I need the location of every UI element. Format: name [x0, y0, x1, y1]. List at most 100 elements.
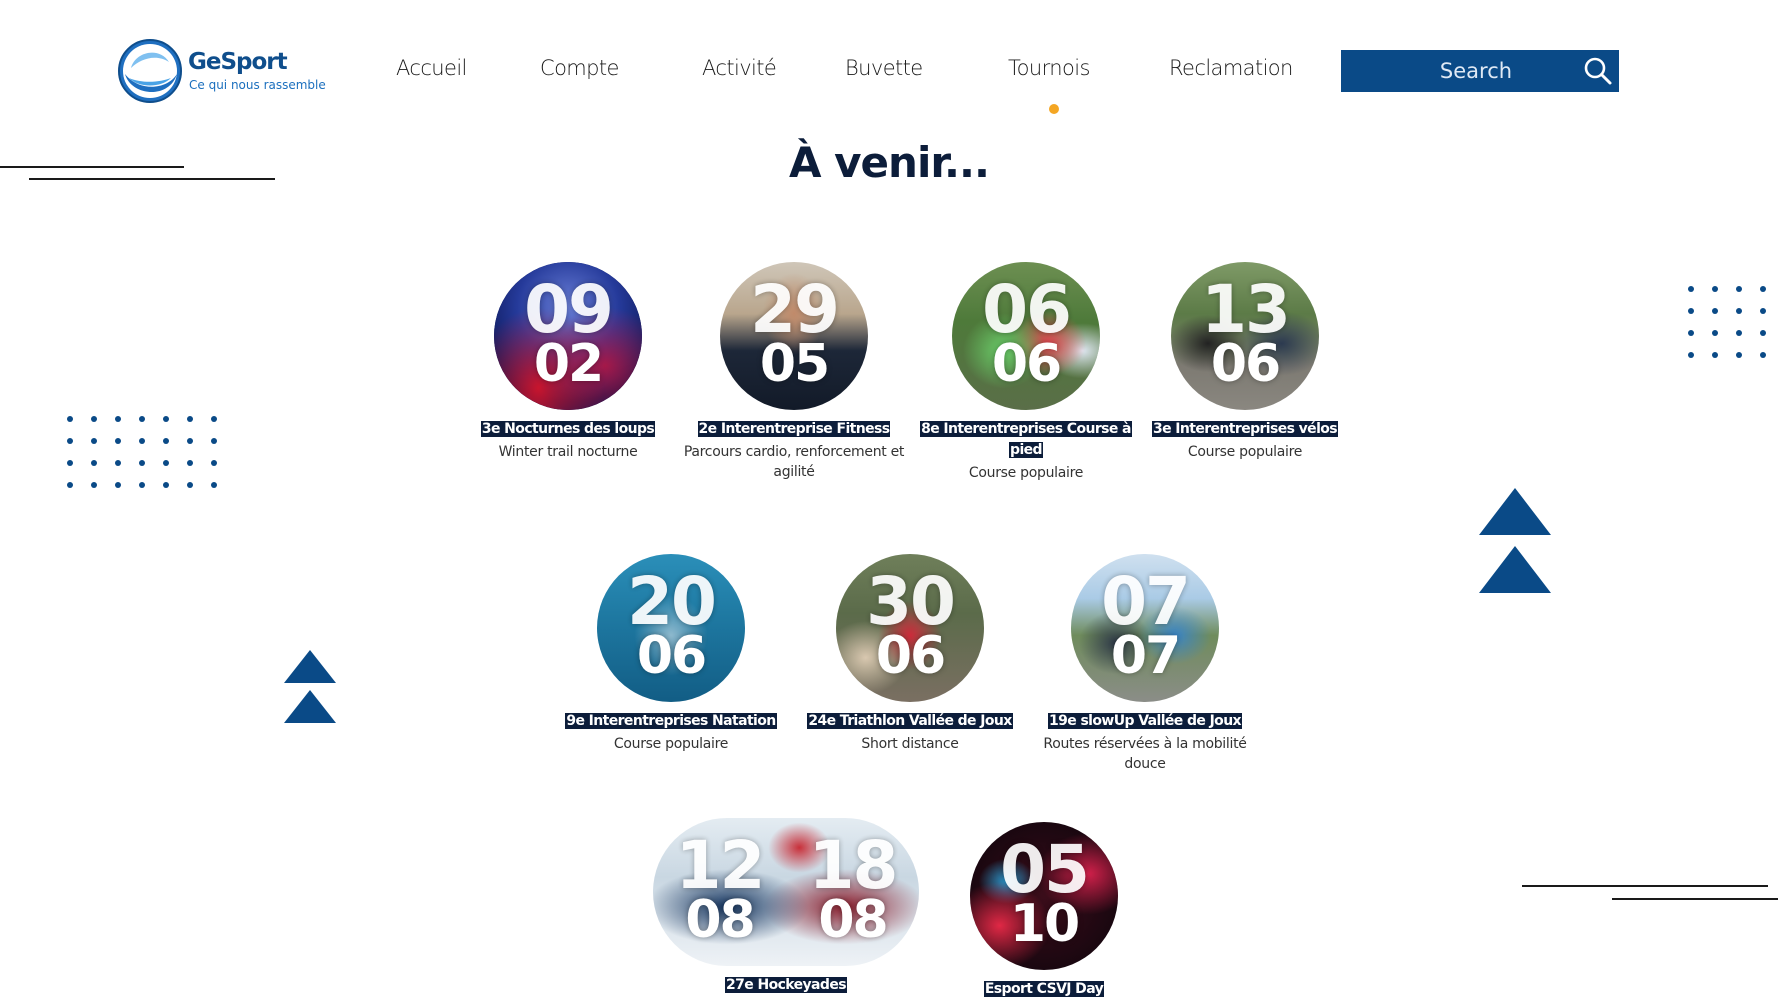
event-photo: 07 07 [1071, 554, 1219, 702]
event-month: 02 [533, 334, 604, 394]
decor-dot [91, 416, 97, 422]
nav-item-buvette[interactable]: Buvette [845, 56, 923, 80]
decor-dot [115, 438, 121, 444]
event-month: 06 [1210, 334, 1281, 394]
event-month: 05 [759, 334, 830, 394]
search-icon[interactable] [1583, 56, 1613, 86]
decor-dot [1712, 286, 1718, 292]
decor-dot [1760, 308, 1766, 314]
page-title: À venir... [789, 138, 990, 187]
decor-dot [163, 438, 169, 444]
event-card[interactable]: 20 06 9e Interentreprises Natation Cours… [551, 554, 791, 754]
decor-dot [1688, 286, 1694, 292]
decor-dot [1688, 308, 1694, 314]
decor-triangle [284, 690, 336, 723]
event-title: Esport CSVJ Day [983, 981, 1105, 997]
nav-item-reclamation[interactable]: Reclamation [1169, 56, 1293, 80]
decor-triangle [284, 650, 336, 683]
decor-dot [115, 460, 121, 466]
decor-dot [91, 438, 97, 444]
decor-dot [91, 460, 97, 466]
event-subtitle: Winter trail nocturne [498, 444, 638, 460]
event-title: 3e Interentreprises vélos [1151, 421, 1339, 437]
decor-triangle [1479, 546, 1551, 593]
decor-dot [1736, 330, 1742, 336]
event-title: 9e Interentreprises Natation [565, 713, 777, 729]
decor-dot [1736, 352, 1742, 358]
event-subtitle: Course populaire [968, 465, 1084, 481]
event-subtitle: Course populaire [1187, 444, 1303, 460]
decor-dot [115, 482, 121, 488]
decor-dot [1760, 330, 1766, 336]
event-photo: 06 06 [952, 262, 1100, 410]
event-card[interactable]: 29 05 2e Interentreprise Fitness Parcour… [674, 262, 914, 482]
event-card[interactable]: 09 02 3e Nocturnes des loups Winter trai… [448, 262, 688, 462]
decor-dot [1736, 286, 1742, 292]
event-subtitle: Short distance [861, 736, 959, 752]
search-box[interactable] [1341, 50, 1619, 92]
decor-dot [67, 460, 73, 466]
decor-dot [1760, 352, 1766, 358]
event-photo: 13 06 [1171, 262, 1319, 410]
search-input[interactable] [1341, 50, 1571, 92]
event-subtitle: Routes réservées à la mobilité douce [1043, 736, 1247, 772]
event-title: 8e Interentreprises Course à pied [920, 421, 1132, 458]
decor-line [1522, 885, 1768, 887]
decor-dot [139, 416, 145, 422]
decor-dot [1760, 286, 1766, 292]
decor-dot [115, 416, 121, 422]
event-title: 19e slowUp Vallée de Joux [1048, 713, 1242, 729]
event-subtitle: Parcours cardio, renforcement et agilité [683, 444, 905, 480]
decor-dot [187, 482, 193, 488]
event-photo: 05 10 [970, 822, 1118, 970]
event-photo: 09 02 [494, 262, 642, 410]
decor-dot [163, 416, 169, 422]
event-photo: 30 06 [836, 554, 984, 702]
event-month: 06 [636, 626, 707, 686]
decor-dot [1712, 330, 1718, 336]
event-month: 07 [1110, 626, 1181, 686]
event-month: 06 [875, 626, 946, 686]
event-month: 08 [685, 890, 755, 950]
decor-dot [187, 460, 193, 466]
decor-dot [211, 482, 217, 488]
decor-dot [211, 438, 217, 444]
event-card[interactable]: 30 06 24e Triathlon Vallée de Joux Short… [790, 554, 1030, 754]
decor-dot [67, 482, 73, 488]
nav-item-accueil[interactable]: Accueil [396, 56, 467, 80]
nav-item-tournois[interactable]: Tournois [1008, 56, 1090, 80]
nav-item-compte[interactable]: Compte [540, 56, 619, 80]
decor-dot [139, 460, 145, 466]
event-month: 08 [818, 890, 888, 950]
decor-dot [139, 482, 145, 488]
decor-dot [1688, 330, 1694, 336]
decor-dot [211, 460, 217, 466]
decor-dot [1712, 352, 1718, 358]
decor-dot [187, 438, 193, 444]
event-photo: 12 08 18 08 [653, 818, 919, 966]
decor-dot [211, 416, 217, 422]
event-title: 27e Hockeyades [725, 977, 847, 993]
event-card[interactable]: 07 07 19e slowUp Vallée de Joux Routes r… [1025, 554, 1265, 774]
event-month: 10 [1009, 894, 1080, 954]
decor-dot [187, 416, 193, 422]
nav-item-activite[interactable]: Activité [702, 56, 777, 80]
decor-dot [1736, 308, 1742, 314]
decor-dot [1688, 352, 1694, 358]
event-photo: 20 06 [597, 554, 745, 702]
active-nav-indicator [1049, 104, 1059, 114]
event-card[interactable]: 06 06 8e Interentreprises Course à pied … [906, 262, 1146, 483]
event-card[interactable]: 12 08 18 08 27e Hockeyades [651, 818, 921, 995]
decor-line [1612, 898, 1778, 900]
event-title: 24e Triathlon Vallée de Joux [807, 713, 1013, 729]
event-card[interactable]: 13 06 3e Interentreprises vélos Course p… [1125, 262, 1365, 462]
event-photo: 29 05 [720, 262, 868, 410]
decor-dot [67, 416, 73, 422]
decor-dot [163, 460, 169, 466]
decor-dot [163, 482, 169, 488]
event-title: 3e Nocturnes des loups [480, 421, 656, 437]
decor-dot [91, 482, 97, 488]
event-title: 2e Interentreprise Fitness [697, 421, 891, 437]
decor-triangle [1479, 488, 1551, 535]
event-card[interactable]: 05 10 Esport CSVJ Day [924, 822, 1164, 999]
